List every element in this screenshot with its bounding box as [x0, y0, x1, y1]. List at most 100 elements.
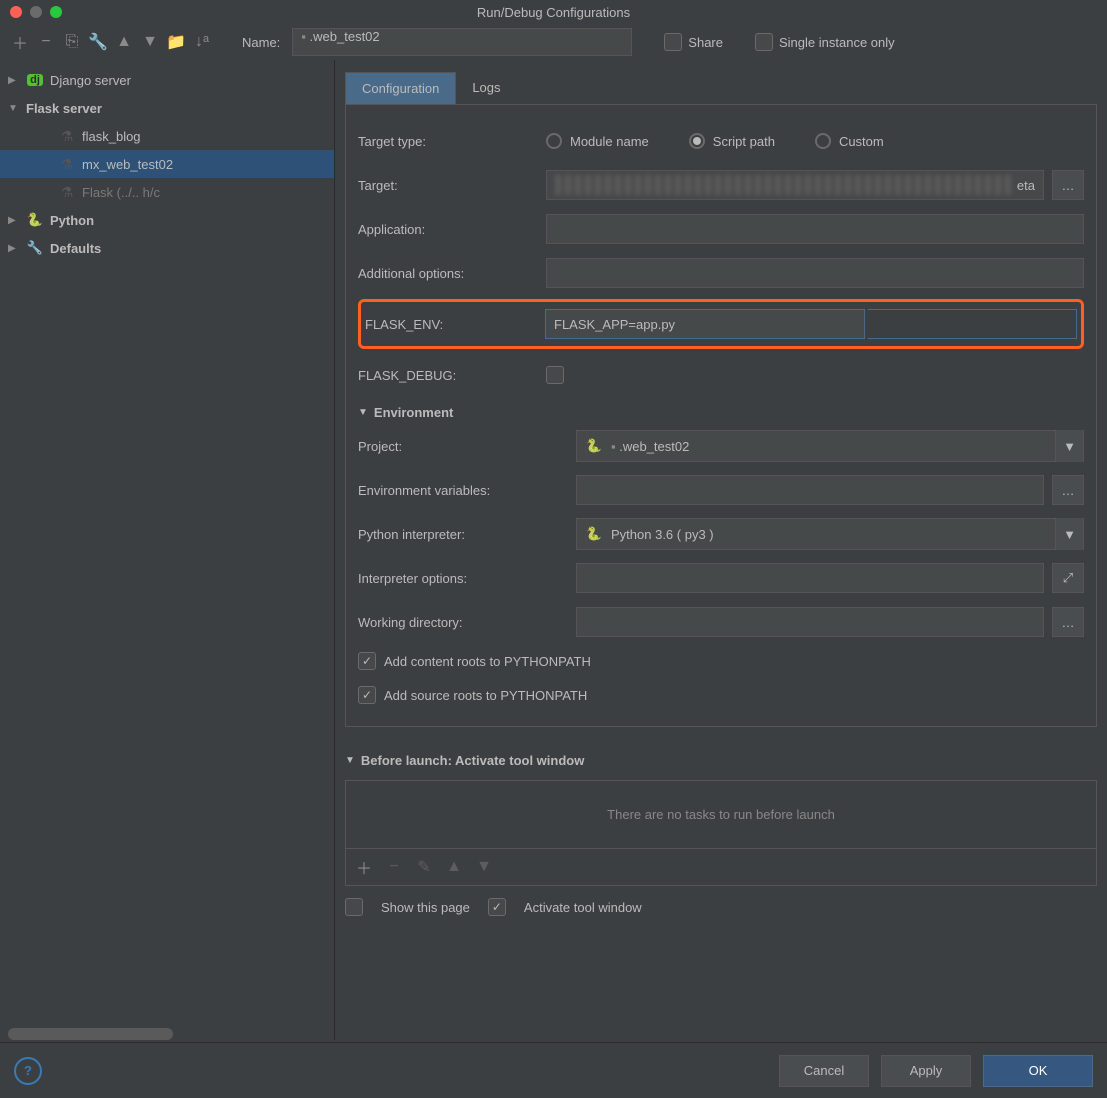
- name-input[interactable]: .web_test02: [292, 28, 632, 56]
- footer: ? Cancel Apply OK: [0, 1042, 1107, 1098]
- add-icon[interactable]: ＋: [10, 32, 30, 52]
- show-page-label: Show this page: [381, 900, 470, 915]
- tree-label: Python: [50, 213, 94, 228]
- application-label: Application:: [358, 222, 538, 237]
- flask-env-highlight: FLASK_ENV:: [358, 299, 1084, 349]
- project-label: Project:: [358, 439, 568, 454]
- browse-target-button[interactable]: …: [1052, 170, 1084, 200]
- chevron-down-icon: ▼: [1055, 518, 1083, 550]
- show-page-checkbox[interactable]: [345, 898, 363, 916]
- radio-module-name[interactable]: Module name: [546, 133, 649, 149]
- python-icon: [26, 211, 44, 229]
- chevron-down-icon: ▼: [345, 755, 355, 766]
- apply-button[interactable]: Apply: [881, 1055, 971, 1087]
- tab-logs[interactable]: Logs: [456, 72, 516, 104]
- share-label: Share: [688, 35, 723, 50]
- workdir-input[interactable]: [576, 607, 1044, 637]
- target-label: Target:: [358, 178, 538, 193]
- application-input[interactable]: [546, 214, 1084, 244]
- tree-label: mx_web_test02: [82, 157, 173, 172]
- flask-icon: [58, 183, 76, 201]
- environment-section-header[interactable]: ▼ Environment: [358, 397, 1084, 424]
- content-roots-label: Add content roots to PYTHONPATH: [384, 654, 591, 669]
- tree-label: Flask server: [26, 101, 102, 116]
- flask-debug-checkbox[interactable]: [546, 366, 564, 384]
- tree-label: Django server: [50, 73, 131, 88]
- tree-item-flask-other[interactable]: Flask (../.. h/c: [0, 178, 334, 206]
- sidebar-scrollbar[interactable]: [8, 1028, 173, 1040]
- python-icon: [585, 437, 603, 455]
- target-type-label: Target type:: [358, 134, 538, 149]
- tree-item-python[interactable]: ▶ Python: [0, 206, 334, 234]
- no-tasks-text: There are no tasks to run before launch: [346, 781, 1096, 849]
- copy-icon[interactable]: ⎘: [62, 32, 82, 52]
- tab-configuration[interactable]: Configuration: [345, 72, 456, 104]
- toolbar: ＋ − ⎘ 🔧 ▲ ▼ 📁 ↓ᵃ Name: .web_test02 Share…: [0, 24, 1107, 60]
- tree-item-flask-blog[interactable]: flask_blog: [0, 122, 334, 150]
- chevron-down-icon: ▼: [358, 407, 368, 418]
- name-label: Name:: [242, 35, 280, 50]
- config-tree[interactable]: ▶dj Django server ▼ Flask server flask_b…: [0, 60, 335, 1040]
- wrench-icon: [26, 239, 44, 257]
- project-dropdown[interactable]: .web_test02 ▼: [576, 430, 1084, 462]
- flask-env-extra[interactable]: [868, 309, 1077, 339]
- source-roots-checkbox[interactable]: [358, 686, 376, 704]
- sort-icon[interactable]: ↓ᵃ: [192, 32, 212, 52]
- env-vars-label: Environment variables:: [358, 483, 568, 498]
- flask-icon: [58, 127, 76, 145]
- tree-item-mx-web-test02[interactable]: mx_web_test02: [0, 150, 334, 178]
- tree-label: Flask (../.. h/c: [82, 185, 160, 200]
- interpreter-label: Python interpreter:: [358, 527, 568, 542]
- env-vars-input[interactable]: [576, 475, 1044, 505]
- flask-env-label: FLASK_ENV:: [365, 317, 537, 332]
- edit-task-icon[interactable]: ✎: [414, 857, 434, 877]
- python-icon: [585, 525, 603, 543]
- move-up-icon[interactable]: ▲: [114, 32, 134, 52]
- expand-button[interactable]: ⤢: [1052, 563, 1084, 593]
- folder-icon[interactable]: 📁: [166, 32, 186, 52]
- tree-item-flask-group[interactable]: ▼ Flask server: [0, 94, 334, 122]
- interpreter-dropdown[interactable]: Python 3.6 ( py3 ) ▼: [576, 518, 1084, 550]
- browse-workdir-button[interactable]: …: [1052, 607, 1084, 637]
- radio-script-path[interactable]: Script path: [689, 133, 775, 149]
- tree-label: flask_blog: [82, 129, 141, 144]
- window-title: Run/Debug Configurations: [0, 5, 1107, 20]
- interp-options-label: Interpreter options:: [358, 571, 568, 586]
- save-template-icon[interactable]: 🔧: [88, 32, 108, 52]
- move-down-icon[interactable]: ▼: [140, 32, 160, 52]
- before-launch-panel: There are no tasks to run before launch …: [345, 780, 1097, 886]
- content-panel: Configuration Logs Target type: Module n…: [335, 60, 1107, 1040]
- tree-item-defaults[interactable]: ▶ Defaults: [0, 234, 334, 262]
- additional-options-input[interactable]: [546, 258, 1084, 288]
- target-input[interactable]: eta: [546, 170, 1044, 200]
- flask-debug-label: FLASK_DEBUG:: [358, 368, 538, 383]
- share-checkbox[interactable]: [664, 33, 682, 51]
- activate-tool-window-label: Activate tool window: [524, 900, 642, 915]
- cancel-button[interactable]: Cancel: [779, 1055, 869, 1087]
- activate-tool-window-checkbox[interactable]: [488, 898, 506, 916]
- task-up-icon[interactable]: ▲: [444, 857, 464, 877]
- flask-icon: [58, 155, 76, 173]
- edit-env-vars-button[interactable]: …: [1052, 475, 1084, 505]
- interp-options-input[interactable]: [576, 563, 1044, 593]
- before-launch-header[interactable]: ▼ Before launch: Activate tool window: [345, 745, 1097, 772]
- help-button[interactable]: ?: [14, 1057, 42, 1085]
- flask-env-input[interactable]: [545, 309, 865, 339]
- single-instance-label: Single instance only: [779, 35, 895, 50]
- content-roots-checkbox[interactable]: [358, 652, 376, 670]
- tree-item-django[interactable]: ▶dj Django server: [0, 66, 334, 94]
- ok-button[interactable]: OK: [983, 1055, 1093, 1087]
- tree-label: Defaults: [50, 241, 101, 256]
- additional-options-label: Additional options:: [358, 266, 538, 281]
- redacted-path: [555, 175, 1011, 195]
- remove-icon[interactable]: −: [36, 32, 56, 52]
- task-down-icon[interactable]: ▼: [474, 857, 494, 877]
- remove-task-icon[interactable]: −: [384, 857, 404, 877]
- radio-custom[interactable]: Custom: [815, 133, 884, 149]
- add-task-icon[interactable]: ＋: [354, 857, 374, 877]
- source-roots-label: Add source roots to PYTHONPATH: [384, 688, 587, 703]
- workdir-label: Working directory:: [358, 615, 568, 630]
- single-instance-checkbox[interactable]: [755, 33, 773, 51]
- titlebar: Run/Debug Configurations: [0, 0, 1107, 24]
- chevron-down-icon: ▼: [1055, 430, 1083, 462]
